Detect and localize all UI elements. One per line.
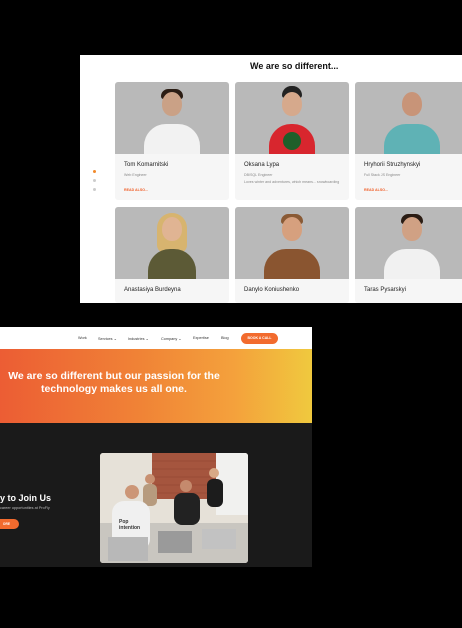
team-member-name: Hryhorii Struzhynskyi (364, 162, 421, 168)
team-member-name: Oksana Lypa (244, 162, 280, 168)
shirt-print-text: Pop intention (119, 519, 141, 531)
team-member-card[interactable]: Danylo Koniushenko (235, 207, 349, 303)
team-member-photo (115, 82, 229, 154)
nav-item-industries[interactable]: Industries ⌄ (128, 336, 149, 341)
slider-dot[interactable] (93, 170, 96, 173)
hero-banner: We are so different but our passion for … (0, 349, 312, 423)
read-more-link[interactable]: READ ALSO... (364, 188, 388, 192)
office-team-photo: Pop intention (100, 453, 248, 563)
team-section-title: We are so different... (250, 61, 339, 71)
team-member-photo (235, 82, 349, 154)
nav-item-services[interactable]: Services ⌄ (98, 336, 117, 341)
team-member-photo (355, 82, 462, 154)
team-section: We are so different... Tom Komarnitski W… (80, 55, 462, 303)
team-member-role: DB/SQL Engineer (244, 173, 273, 177)
landing-page: Work Services ⌄ Industries ⌄ Company ⌄ E… (0, 327, 312, 567)
team-member-card[interactable]: Anastasiya Burdeyna (115, 207, 229, 303)
team-member-name: Danylo Koniushenko (244, 287, 300, 293)
team-member-role: Web Engineer (124, 173, 147, 177)
team-member-name: Anastasiya Burdeyna (124, 287, 181, 293)
team-member-card[interactable]: Hryhorii Struzhynskyi Full Stack JS Engi… (355, 82, 462, 200)
hero-heading-line: We are so different but our passion for … (8, 370, 220, 382)
join-section: y to Join Us career opportunities at Pro… (0, 423, 312, 567)
join-more-button[interactable]: ORE (0, 519, 19, 529)
read-more-link[interactable]: READ ALSO... (124, 188, 148, 192)
top-navigation: Work Services ⌄ Industries ⌄ Company ⌄ E… (0, 327, 312, 350)
team-member-role: Full Stack JS Engineer (364, 173, 401, 177)
team-member-photo (235, 207, 349, 279)
nav-item-work[interactable]: Work (78, 336, 87, 340)
team-member-photo (115, 207, 229, 279)
team-member-card[interactable]: Oksana Lypa DB/SQL Engineer Loves winter… (235, 82, 349, 200)
slider-dot[interactable] (93, 179, 96, 182)
nav-item-company[interactable]: Company ⌄ (161, 336, 182, 341)
team-member-name: Taras Pysarskyi (364, 287, 407, 293)
nav-item-expertise[interactable]: Expertise (193, 336, 209, 340)
join-title: y to Join Us (0, 493, 52, 503)
team-member-bio: Loves winter and adventures, which means… (244, 180, 340, 184)
hero-heading-line: technology makes us all one. (41, 383, 187, 395)
hero-heading: We are so different but our passion for … (0, 370, 228, 396)
team-member-card[interactable]: Taras Pysarskyi (355, 207, 462, 303)
slider-pagination[interactable] (93, 170, 96, 191)
join-subtitle: career opportunities at ProFly (0, 506, 50, 510)
book-a-call-button[interactable]: BOOK A CALL (241, 333, 278, 344)
nav-item-blog[interactable]: Blog (221, 336, 229, 340)
team-member-name: Tom Komarnitski (124, 162, 169, 168)
team-member-card[interactable]: Tom Komarnitski Web Engineer READ ALSO..… (115, 82, 229, 200)
slider-dot[interactable] (93, 188, 96, 191)
team-member-photo (355, 207, 462, 279)
